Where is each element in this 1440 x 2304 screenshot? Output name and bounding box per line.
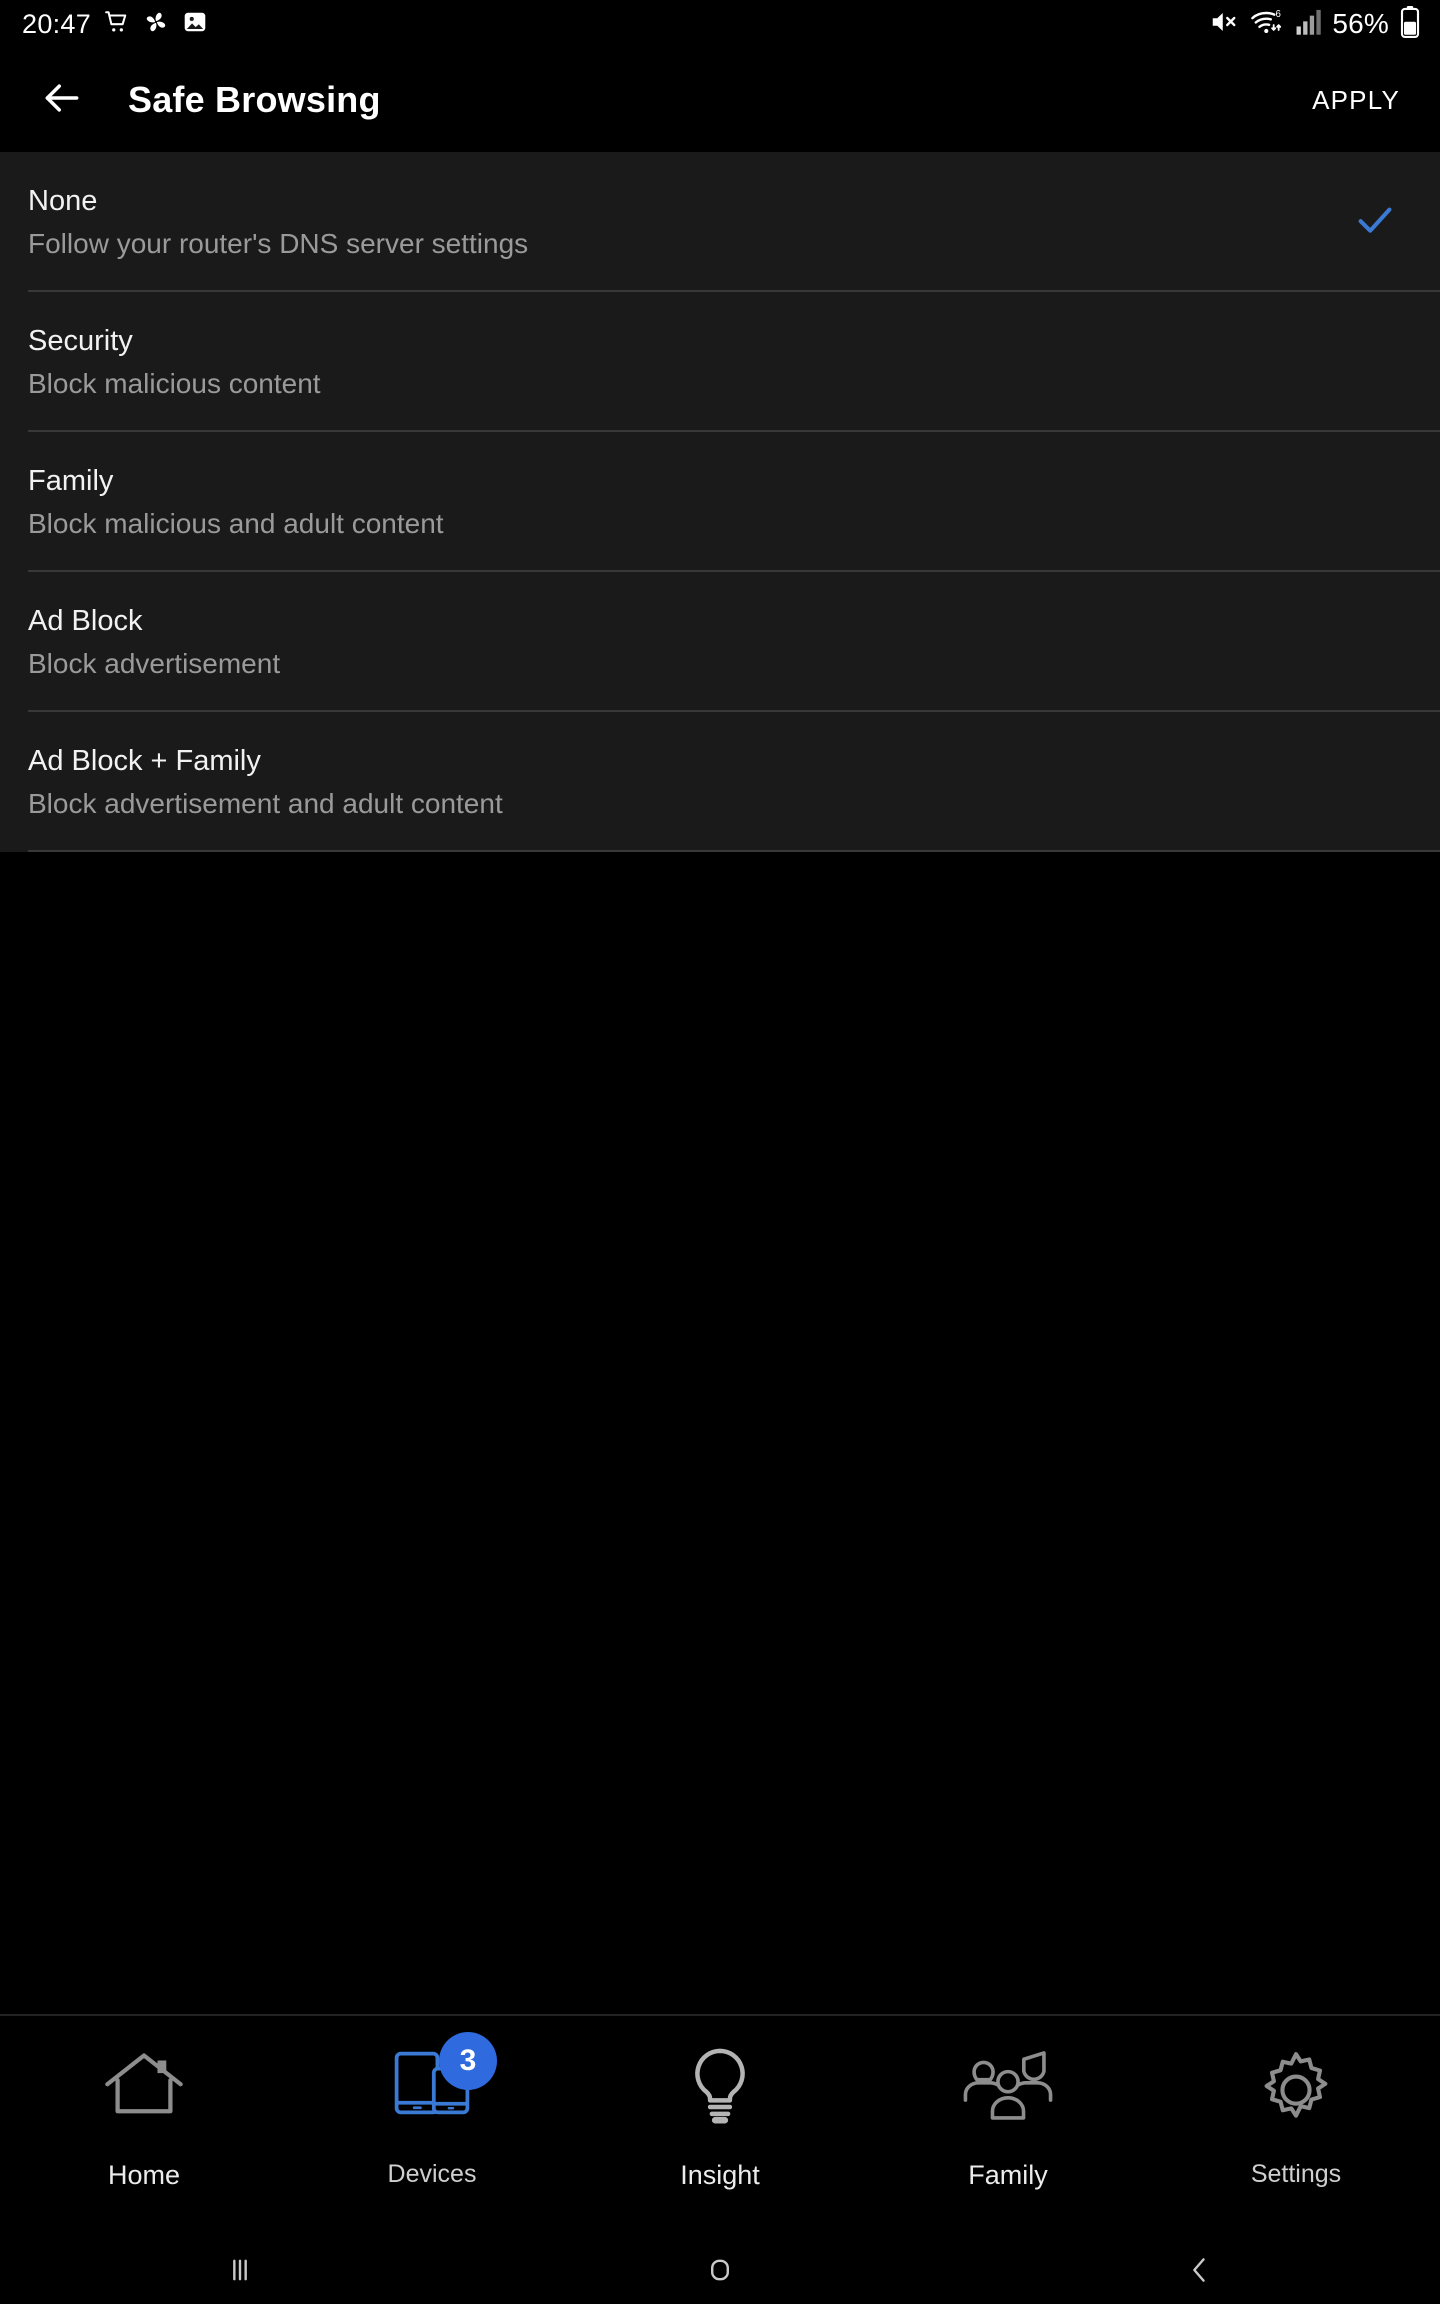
nav-label: Family [968,2160,1048,2190]
option-subtitle: Block malicious and adult content [28,508,444,540]
people-group-icon [962,2038,1054,2134]
option-check-slot [1340,197,1410,248]
svg-text:6: 6 [1276,9,1281,20]
option-row-ad-block-family[interactable]: Ad Block + Family Block advertisement an… [0,712,1440,852]
option-title: Ad Block [28,604,143,637]
option-subtitle: Block advertisement and adult content [28,788,503,820]
shopping-cart-icon [104,9,130,40]
status-bar: 20:47 6 56% [0,0,1440,48]
pinwheel-icon [143,9,169,40]
app-screen: 20:47 6 56% Safe Browsing APPLY None Fol… [0,0,1440,2304]
app-header: Safe Browsing APPLY [0,48,1440,152]
back-chevron-icon [1183,2253,1217,2292]
recents-button[interactable] [0,2253,480,2292]
page-title: Safe Browsing [128,79,381,120]
lightbulb-icon [684,2038,756,2134]
option-text: Ad Block + Family Block advertisement an… [28,744,1340,820]
back-arrow-icon [40,76,84,125]
option-title: None [28,184,98,217]
option-text: Family Block malicious and adult content [28,464,1340,540]
option-row-ad-block[interactable]: Ad Block Block advertisement [0,572,1440,712]
safe-browsing-option-list: None Follow your router's DNS server set… [0,152,1440,852]
option-title: Security [28,324,133,357]
option-title: Family [28,464,114,497]
option-row-security[interactable]: Security Block malicious content [0,292,1440,432]
status-bar-clock: 20:47 [22,8,92,39]
check-icon [1352,197,1398,248]
status-bar-left: 20:47 [0,9,208,40]
battery-icon [1400,5,1420,43]
nav-item-family[interactable]: Family [864,2016,1152,2240]
nav-label: Devices [387,2160,477,2188]
recents-icon [223,2253,257,2292]
option-subtitle: Follow your router's DNS server settings [28,228,529,260]
devices-icon: 3 [393,2032,497,2134]
battery-percentage: 56% [1332,8,1389,39]
option-row-none[interactable]: None Follow your router's DNS server set… [0,152,1440,292]
nav-label: Insight [680,2160,760,2190]
nav-item-insight[interactable]: Insight [576,2016,864,2240]
home-button[interactable] [480,2253,960,2292]
back-button-system[interactable] [960,2253,1440,2292]
status-bar-right: 6 56% [1209,5,1440,43]
option-subtitle: Block advertisement [28,648,281,680]
signal-bars-icon [1295,8,1322,41]
nav-item-devices[interactable]: 3 Devices [288,2016,576,2240]
nav-label: Settings [1250,2160,1342,2188]
option-text: Ad Block Block advertisement [28,604,1340,680]
option-title: Ad Block + Family [28,744,261,777]
house-icon [100,2038,188,2134]
back-button[interactable] [14,76,110,125]
gear-icon [1255,2038,1337,2134]
wifi6-icon: 6 [1250,7,1284,42]
nav-label: Home [107,2160,181,2190]
row-divider [28,850,1440,852]
option-text: Security Block malicious content [28,324,1340,400]
photo-icon [182,9,208,40]
nav-item-settings[interactable]: Settings [1152,2016,1440,2240]
home-square-icon [703,2253,737,2292]
devices-badge: 3 [439,2032,497,2090]
bottom-navigation-bar: Home 3 Devices Insight Family Settings [0,2014,1440,2240]
option-text: None Follow your router's DNS server set… [28,184,1340,260]
mute-icon [1209,7,1239,42]
nav-item-home[interactable]: Home [0,2016,288,2240]
option-subtitle: Block malicious content [28,368,321,400]
android-system-nav [0,2240,1440,2304]
apply-button[interactable]: APPLY [1312,85,1400,116]
option-row-family[interactable]: Family Block malicious and adult content [0,432,1440,572]
